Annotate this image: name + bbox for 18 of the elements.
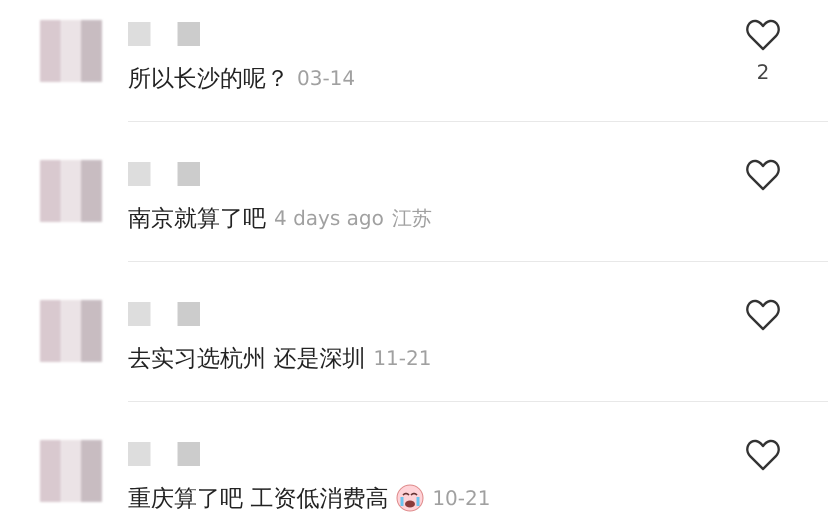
avatar-placeholder (40, 440, 102, 502)
comment-text: 南京就算了吧 (128, 204, 266, 234)
heart-icon[interactable] (745, 18, 781, 52)
comment-date: 03-14 (297, 66, 356, 90)
comment-location: 江苏 (392, 204, 432, 232)
avatar-placeholder (40, 300, 102, 362)
comment-text: 重庆算了吧 工资低消费高 (128, 484, 388, 514)
heart-icon[interactable] (745, 158, 781, 192)
heart-icon[interactable] (745, 298, 781, 332)
comment-text: 去实习选杭州 还是深圳 (128, 344, 366, 374)
comment-text: 所以长沙的呢？ (128, 64, 289, 94)
like-count: 2 (756, 60, 770, 84)
comment-date: 10-21 (432, 486, 490, 510)
avatar-placeholder (40, 20, 102, 82)
comment-date: 4 days ago (274, 206, 384, 230)
heart-icon[interactable] (745, 438, 781, 472)
avatar-placeholder (40, 160, 102, 222)
comment-date: 11-21 (373, 346, 432, 370)
